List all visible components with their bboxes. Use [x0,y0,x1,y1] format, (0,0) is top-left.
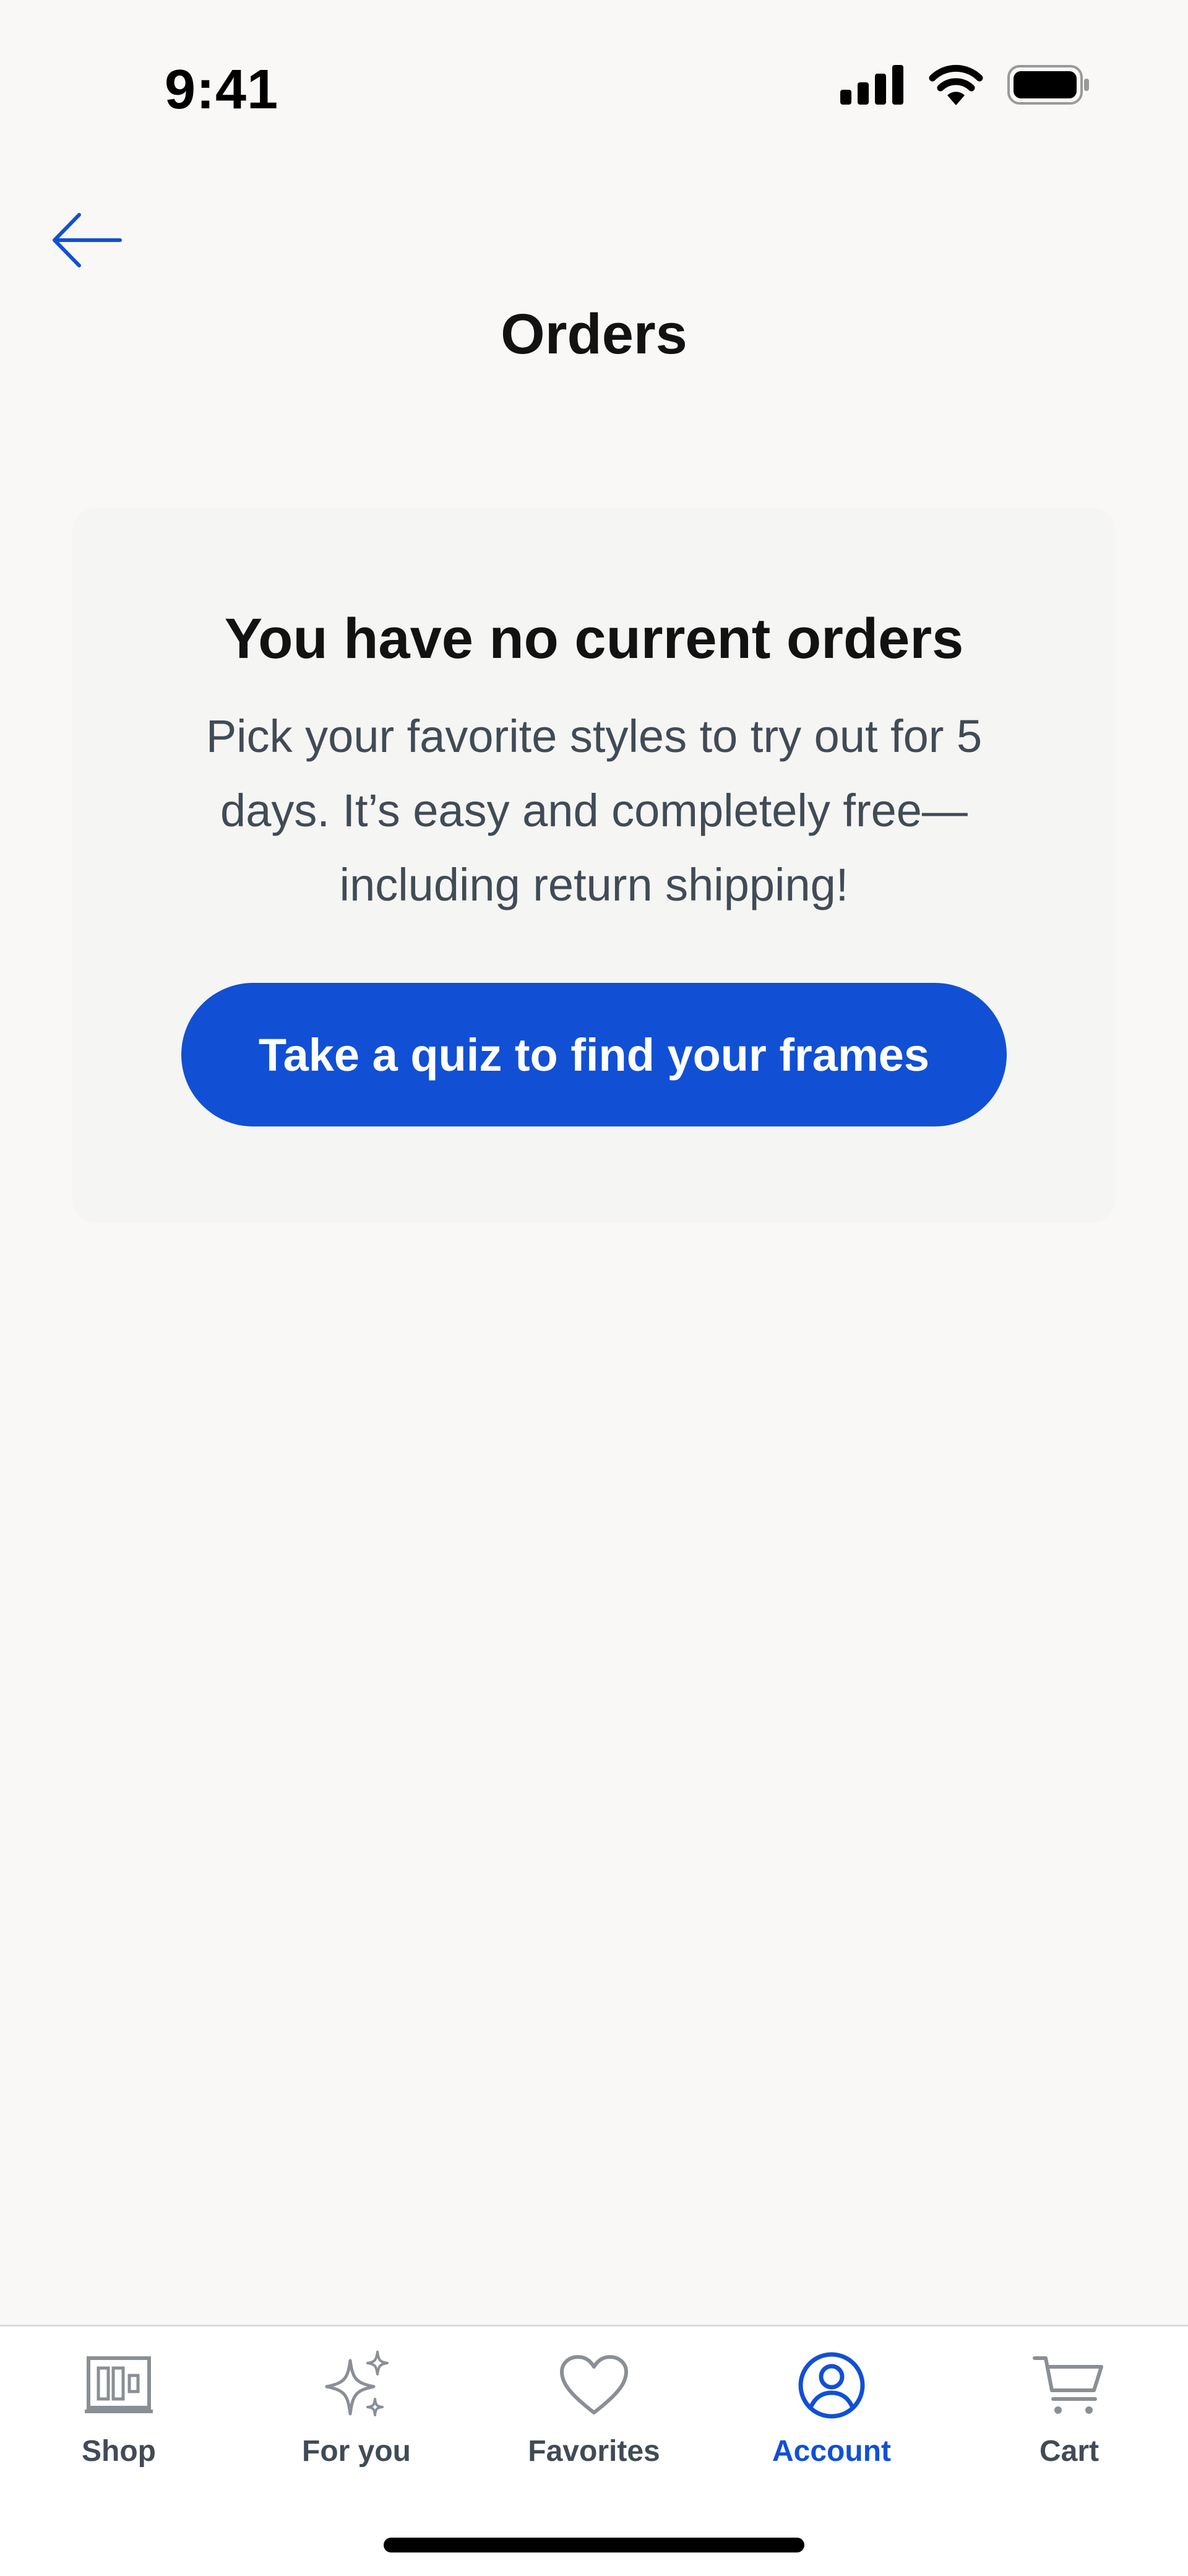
empty-orders-heading: You have no current orders [224,607,964,670]
cellular-signal-icon [840,65,905,108]
wifi-icon [928,64,984,108]
back-button[interactable] [43,204,130,279]
tab-account-label: Account [772,2435,891,2468]
account-icon [791,2345,872,2426]
empty-orders-card: You have no current orders Pick your fav… [72,508,1116,1223]
take-quiz-button[interactable]: Take a quiz to find your frames [181,983,1007,1126]
heart-icon [554,2345,634,2426]
tab-favorites-label: Favorites [528,2435,660,2468]
home-indicator [384,2538,804,2552]
page-title: Orders [501,303,687,366]
tab-bar: Shop For you Favorites Account Cart [0,2325,1188,2576]
status-icons [840,64,1090,108]
tab-for-you[interactable]: For you [238,2345,475,2487]
tab-cart[interactable]: Cart [950,2345,1188,2487]
cart-icon [1029,2345,1109,2426]
tab-for-you-label: For you [302,2435,411,2468]
tab-favorites[interactable]: Favorites [475,2345,713,2487]
empty-orders-description: Pick your favorite styles to try out for… [205,711,983,910]
status-bar: 9:41 [0,0,1188,173]
battery-icon [1007,65,1090,108]
arrow-left-icon [51,212,123,271]
tab-shop[interactable]: Shop [0,2345,238,2487]
tab-shop-label: Shop [82,2435,156,2468]
shop-icon [79,2345,159,2426]
sparkles-icon [316,2345,397,2426]
status-time: 9:41 [165,59,279,121]
tab-cart-label: Cart [1039,2435,1100,2468]
tab-account[interactable]: Account [713,2345,950,2487]
